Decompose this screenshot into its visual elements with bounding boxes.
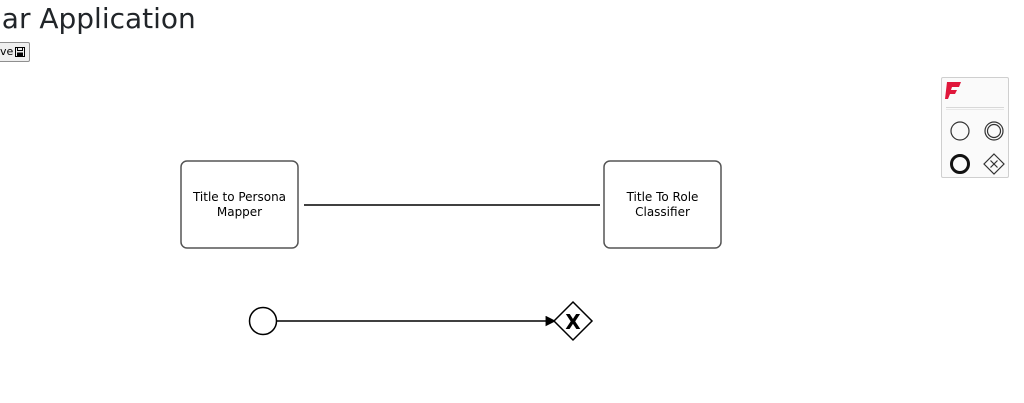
task-title-to-persona-mapper[interactable]: Title to Persona Mapper [180,160,299,249]
task-label-line2: Classifier [635,205,690,219]
start-event[interactable] [248,306,278,336]
start-event-icon[interactable] [947,118,973,144]
end-event-icon[interactable] [947,151,973,177]
modeler-page: lar Application ve Title to Persona Mapp… [0,0,1024,403]
task-label-line2: Mapper [217,205,262,219]
tool-palette [941,77,1009,178]
bpmn-canvas[interactable]: Title to Persona Mapper Title To Role Cl… [0,0,1024,403]
gateway-marker: X [565,310,581,334]
task-title-to-role-classifier[interactable]: Title To Role Classifier [603,160,722,249]
palette-separator [946,107,1004,110]
camunda-logo-icon [945,82,961,99]
palette-header [942,78,1008,104]
task-label-line1: Title to Persona [192,190,286,204]
task-label-line1: Title To Role [626,190,699,204]
gateway-icon[interactable] [981,151,1007,177]
intermediate-event-icon[interactable] [981,118,1007,144]
exclusive-gateway[interactable]: X [552,300,594,342]
